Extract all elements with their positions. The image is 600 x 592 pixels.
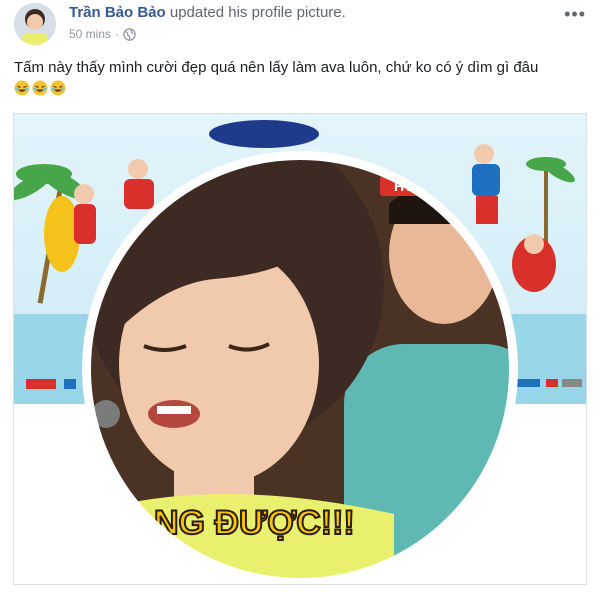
timestamp-link[interactable]: 50 mins [69, 27, 111, 41]
sponsor-logo-right-1 [514, 379, 540, 387]
htv-logo-small-left [26, 379, 56, 389]
profile-photo-image: HTV NG ĐƯỢC!!! [14, 114, 586, 584]
emoji-row [14, 80, 66, 96]
rofl-emoji-icon [32, 80, 48, 96]
post-header: Trần Bảo Bảo updated his profile picture… [0, 0, 600, 52]
post-caption: Tấm này thấy mình cười đẹp quá nên lấy l… [14, 59, 539, 76]
figure-girl [74, 184, 96, 244]
globe-icon[interactable] [123, 27, 136, 41]
post-meta: 50 mins · [69, 27, 136, 41]
avatar-image [14, 3, 56, 45]
sponsor-logo-left [64, 379, 76, 389]
sponsor-logo-right-3 [562, 379, 582, 387]
photo-caption-text: NG ĐƯỢC!!! [154, 504, 355, 542]
rofl-emoji-icon [14, 80, 30, 96]
author-line: Trần Bảo Bảo updated his profile picture… [69, 4, 346, 21]
more-options-button[interactable]: ••• [564, 4, 586, 25]
figure-dark-suit [209, 120, 319, 148]
author-avatar[interactable] [14, 3, 56, 45]
rofl-emoji-icon [50, 80, 66, 96]
meta-separator: · [115, 27, 120, 41]
post-action-text: updated his profile picture. [169, 4, 346, 21]
profile-photo[interactable]: HTV NG ĐƯỢC!!! [13, 113, 587, 585]
author-name-link[interactable]: Trần Bảo Bảo [69, 4, 166, 21]
sponsor-logo-right-2 [546, 379, 558, 387]
